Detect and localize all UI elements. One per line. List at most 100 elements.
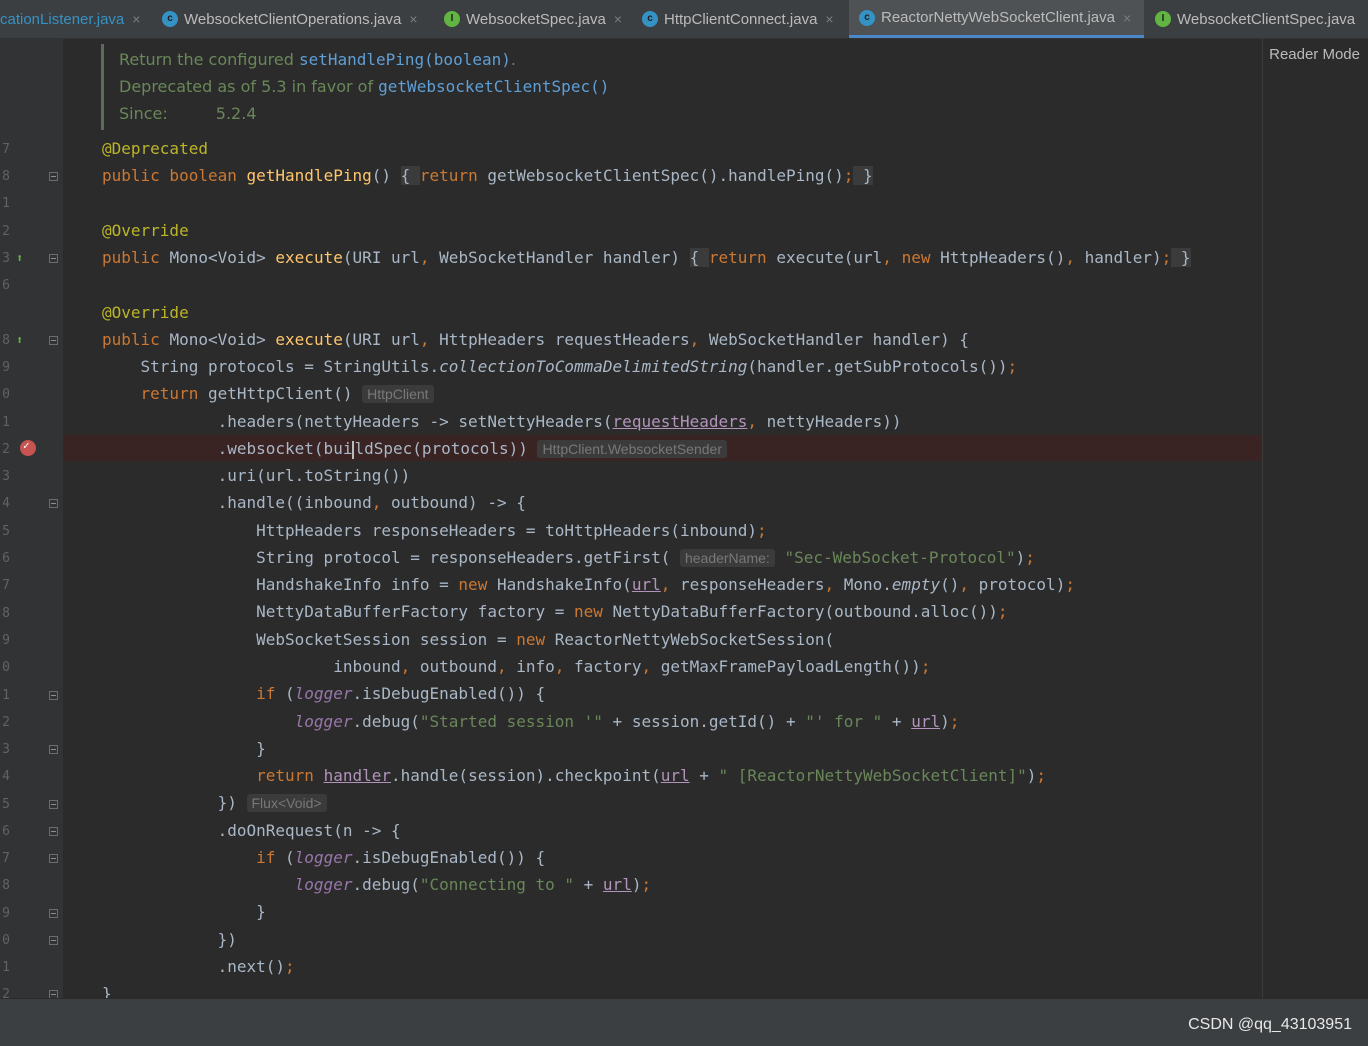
code-line: }	[102, 902, 266, 921]
code-line: @Override	[102, 303, 189, 322]
inlay-hint: HttpClient	[362, 385, 434, 403]
override-up-arrow-icon[interactable]: ⬆	[16, 251, 30, 265]
fold-icon[interactable]	[49, 336, 58, 345]
code-line: NettyDataBufferFactory factory = new Net…	[102, 602, 1008, 621]
interface-icon	[1155, 11, 1171, 27]
editor-tab-bar: cationListener.java × WebsocketClientOpe…	[0, 0, 1368, 39]
line-number: 9	[2, 633, 10, 648]
code-line: logger.debug("Connecting to " + url);	[294, 875, 652, 894]
fold-icon[interactable]	[49, 909, 58, 918]
line-number: 8	[2, 333, 10, 348]
fold-icon[interactable]	[49, 936, 58, 945]
line-number: 3	[2, 469, 10, 484]
line-number: 9	[2, 360, 10, 375]
line-number: 3	[2, 742, 10, 757]
line-number: 1	[2, 415, 10, 430]
tab-websocket-spec[interactable]: WebsocketSpec.java ×	[444, 0, 632, 38]
doc-line: Return the configured setHandlePing(bool…	[119, 50, 516, 69]
code-line: if (logger.isDebugEnabled()) {	[256, 684, 546, 703]
line-number: 8	[2, 878, 10, 893]
code-line: String protocol = responseHeaders.getFir…	[102, 548, 1035, 567]
line-number: 1	[2, 688, 10, 703]
breakpoint-icon[interactable]	[20, 439, 36, 456]
close-icon[interactable]: ×	[614, 11, 622, 27]
code-line: .handle((inbound, outbound) -> {	[102, 493, 526, 512]
code-line: .next();	[102, 957, 295, 976]
line-number: 8	[2, 169, 10, 184]
line-number: 1	[2, 960, 10, 975]
code-line: .headers(nettyHeaders -> setNettyHeaders…	[102, 412, 902, 431]
line-number: 4	[2, 769, 10, 784]
code-editor[interactable]: Return the configured setHandlePing(bool…	[63, 38, 1262, 998]
override-up-arrow-icon[interactable]: ⬆	[16, 333, 30, 347]
tab-label: HttpClientConnect.java	[664, 10, 818, 28]
line-number: 4	[2, 496, 10, 511]
tab-websocket-client-operations[interactable]: WebsocketClientOperations.java ×	[162, 0, 437, 38]
doc-link[interactable]: setHandlePing(boolean)	[299, 50, 511, 69]
tab-label: WebsocketClientSpec.java	[1177, 10, 1356, 28]
code-line: .uri(url.toString())	[102, 466, 411, 485]
code-line: }	[102, 739, 266, 758]
code-line: })	[102, 930, 237, 949]
code-line: @Deprecated	[102, 139, 208, 158]
line-number: 3	[2, 251, 10, 266]
line-number: 2	[2, 715, 10, 730]
inlay-hint: headerName:	[679, 549, 775, 567]
code-line: HandshakeInfo info = new HandshakeInfo(u…	[102, 575, 1075, 594]
right-margin-pane	[1262, 38, 1368, 998]
code-line: HttpHeaders responseHeaders = toHttpHead…	[102, 521, 767, 540]
fold-icon[interactable]	[49, 854, 58, 863]
inlay-hint: Flux<Void>	[246, 794, 327, 812]
code-line-breakpoint: .websocket(bui ldSpec(protocols)) HttpCli…	[102, 436, 727, 462]
code-line: String protocols = StringUtils.collectio…	[102, 357, 1018, 376]
doc-line: Deprecated as of 5.3 in favor of getWebs…	[119, 77, 610, 96]
line-number: 2	[2, 442, 10, 457]
fold-icon[interactable]	[49, 499, 58, 508]
line-number: 0	[2, 660, 10, 675]
tab-label: ReactorNettyWebSocketClient.java	[881, 9, 1115, 26]
code-line: }	[102, 984, 112, 998]
fold-icon[interactable]	[49, 172, 58, 181]
code-line: if (logger.isDebugEnabled()) {	[256, 848, 546, 867]
line-gutter[interactable]: 7 8 1 2 3 ⬆ 6 8 ⬆ 9 0 1 2 3 4 5 6 7 8 9 …	[0, 38, 63, 1002]
tab-reactor-netty-websocket-client[interactable]: ReactorNettyWebSocketClient.java ×	[849, 0, 1144, 38]
line-number: 6	[2, 278, 10, 293]
tab-websocket-client-spec[interactable]: WebsocketClientSpec.java	[1155, 0, 1368, 38]
line-number: 7	[2, 578, 10, 593]
tab-label: WebsocketSpec.java	[466, 10, 606, 28]
fold-icon[interactable]	[49, 254, 58, 263]
code-line: logger.debug("Started session '" + sessi…	[294, 712, 960, 731]
code-line: public Mono<Void> execute(URI url, HttpH…	[102, 330, 969, 349]
line-number: 2	[2, 224, 10, 239]
line-number: 7	[2, 851, 10, 866]
line-number: 8	[2, 606, 10, 621]
line-number: 1	[2, 196, 10, 211]
doc-link[interactable]: getWebsocketClientSpec()	[378, 77, 609, 96]
tab-label: cationListener.java	[0, 10, 125, 28]
code-line: public Mono<Void> execute(URI url, WebSo…	[102, 248, 1191, 267]
close-icon[interactable]: ×	[132, 11, 140, 27]
code-line: return handler.handle(session).checkpoin…	[256, 766, 1047, 785]
code-line: public boolean getHandlePing() { return …	[102, 166, 873, 185]
watermark: CSDN @qq_43103951	[1188, 1016, 1352, 1033]
fold-icon[interactable]	[49, 827, 58, 836]
tab-http-client-connect[interactable]: HttpClientConnect.java ×	[642, 0, 845, 38]
class-icon	[642, 11, 658, 27]
close-icon[interactable]: ×	[409, 11, 417, 27]
fold-icon[interactable]	[49, 691, 58, 700]
interface-icon	[444, 11, 460, 27]
line-number: 5	[2, 797, 10, 812]
fold-icon[interactable]	[49, 800, 58, 809]
tab-cation-listener[interactable]: cationListener.java ×	[0, 0, 152, 38]
line-number: 6	[2, 824, 10, 839]
class-icon	[859, 9, 875, 26]
class-icon	[162, 11, 178, 27]
fold-icon[interactable]	[49, 745, 58, 754]
reader-mode-toggle[interactable]: Reader Mode	[1269, 46, 1360, 63]
close-icon[interactable]: ×	[1123, 10, 1131, 26]
code-line: inbound, outbound, info, factory, getMax…	[102, 657, 931, 676]
close-icon[interactable]: ×	[825, 11, 833, 27]
doc-line: Since: 5.2.4	[119, 104, 257, 123]
line-number: 5	[2, 524, 10, 539]
code-line: }) Flux<Void>	[102, 790, 327, 816]
